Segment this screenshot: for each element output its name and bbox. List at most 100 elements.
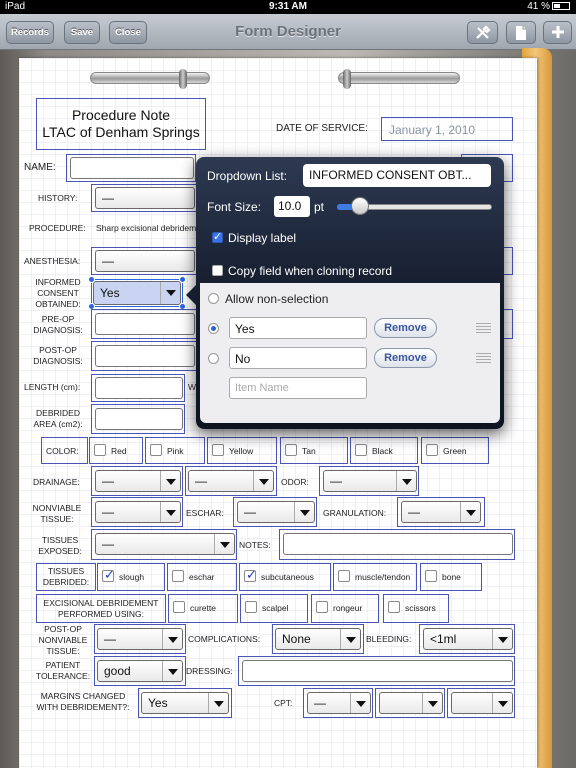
bleeding-dropdown[interactable]: <1ml <box>423 628 513 650</box>
battery-percent: 41 % <box>527 1 550 12</box>
status-bar: iPad 9:31 AM 41 % <box>0 0 576 14</box>
tissue-checkbox[interactable] <box>102 567 115 583</box>
new-item-name-field[interactable]: Item Name <box>229 377 367 399</box>
exposed-label: TISSUES EXPOSED: <box>38 535 82 556</box>
drainage-dropdown-2[interactable]: — <box>188 470 274 492</box>
remove-option-button[interactable]: Remove <box>374 348 437 368</box>
color-checkbox[interactable] <box>94 444 106 456</box>
tissue-checkbox[interactable] <box>244 567 257 583</box>
document-button[interactable] <box>506 21 536 44</box>
tissue-option-label: subcutaneous <box>261 572 314 582</box>
eschar-value: — <box>244 505 256 519</box>
preop-field[interactable] <box>95 313 195 335</box>
length-field[interactable] <box>95 377 183 399</box>
length-label: LENGTH (cm): <box>24 382 81 392</box>
color-checkbox[interactable] <box>285 444 297 456</box>
binder-ring-left <box>90 69 210 89</box>
option-value-field[interactable]: Yes <box>229 317 367 339</box>
tissue-option-label: eschar <box>189 572 215 582</box>
postop-label: POST-OP DIAGNOSIS: <box>33 345 83 366</box>
add-button[interactable] <box>543 21 572 44</box>
granulation-value: — <box>408 505 420 519</box>
reorder-grip-icon[interactable] <box>476 353 491 363</box>
dropdown-list-name-field[interactable]: INFORMED CONSENT OBT... <box>303 164 491 187</box>
cpt-dropdown-1[interactable]: — <box>307 692 371 714</box>
tools-button[interactable] <box>467 21 498 44</box>
records-button[interactable]: Records <box>6 21 54 44</box>
margins-dropdown[interactable]: Yes <box>141 692 229 714</box>
odor-value: — <box>330 474 342 488</box>
nonviable-dropdown[interactable]: — <box>95 501 181 523</box>
instrument-option-label: curette <box>190 603 216 613</box>
option-value-field[interactable]: No <box>229 347 367 369</box>
instrument-checkbox[interactable] <box>316 601 328 613</box>
consent-label: INFORMED CONSENT OBTAINED: <box>35 277 81 309</box>
color-checkbox[interactable] <box>212 444 224 456</box>
cpt-dropdown-3[interactable] <box>451 692 513 714</box>
clock: 9:31 AM <box>269 1 307 12</box>
font-size-input[interactable]: 10.0 <box>274 196 310 217</box>
anesthesia-label: ANESTHESIA: <box>24 256 81 266</box>
save-button[interactable]: Save <box>64 21 100 44</box>
resize-handle-tl[interactable] <box>88 276 95 283</box>
font-size-slider-knob[interactable] <box>350 197 369 215</box>
date-of-service-field[interactable]: January 1, 2010 <box>381 117 513 141</box>
drainage-label: DRAINAGE: <box>33 477 80 487</box>
font-size-label: Font Size: <box>207 200 262 214</box>
color-checkbox[interactable] <box>150 444 162 456</box>
margins-label: MARGINS CHANGED WITH DEBRIDEMENT?: <box>36 691 130 712</box>
display-label-checkbox[interactable] <box>212 230 223 243</box>
debrided-tissues-label: TISSUES DEBRIDED: <box>42 566 90 587</box>
cpt-dropdown-2[interactable] <box>379 692 443 714</box>
granulation-label: GRANULATION: <box>323 508 387 518</box>
complications-dropdown[interactable]: None <box>275 628 361 650</box>
postop-field[interactable] <box>95 345 195 367</box>
bleeding-label: BLEEDING: <box>366 634 412 644</box>
cpt-value-1: — <box>314 696 326 710</box>
form-title-block[interactable]: Procedure Note LTAC of Denham Springs <box>36 98 206 150</box>
dressing-field[interactable] <box>242 660 513 682</box>
eschar-dropdown[interactable]: — <box>237 501 315 523</box>
bleeding-value: <1ml <box>430 632 457 646</box>
notes-field[interactable] <box>283 533 513 555</box>
instrument-checkbox[interactable] <box>388 601 400 613</box>
consent-dropdown[interactable]: Yes <box>93 281 181 305</box>
name-field[interactable] <box>70 157 194 179</box>
color-checkbox[interactable] <box>355 444 367 456</box>
width-label: W <box>188 382 197 392</box>
allow-nonselection-radio[interactable] <box>208 293 219 304</box>
instrument-checkbox[interactable] <box>245 601 257 613</box>
remove-option-button[interactable]: Remove <box>374 318 437 338</box>
close-button[interactable]: Close <box>109 21 147 44</box>
drainage-dropdown-1[interactable]: — <box>95 470 181 492</box>
notes-label: NOTES: <box>239 540 271 550</box>
tissue-checkbox[interactable] <box>425 570 437 582</box>
name-label: NAME: <box>24 162 56 173</box>
battery-indicator: 41 % <box>527 1 570 12</box>
postop-nonviable-label: POST-OP NONVIABLE TISSUE: <box>38 624 88 656</box>
debrided-area-field[interactable] <box>95 408 183 430</box>
anesthesia-dropdown[interactable]: — <box>95 250 195 272</box>
odor-dropdown[interactable]: — <box>323 470 417 492</box>
color-checkbox[interactable] <box>426 444 438 456</box>
navigation-bar: Records Save Close Form Designer <box>0 14 576 50</box>
date-label: DATE OF SERVICE: <box>276 123 368 134</box>
postop-nonviable-dropdown[interactable]: — <box>97 628 183 650</box>
option-default-radio[interactable] <box>208 323 219 334</box>
preop-label: PRE-OP DIAGNOSIS: <box>33 314 83 335</box>
instrument-checkbox[interactable] <box>173 601 185 613</box>
history-dropdown[interactable]: — <box>95 187 195 209</box>
option-default-radio[interactable] <box>208 353 219 364</box>
tolerance-dropdown[interactable]: good <box>97 660 183 682</box>
plus-icon <box>551 26 564 38</box>
resize-handle-tr[interactable] <box>179 276 186 283</box>
reorder-grip-icon[interactable] <box>476 323 491 333</box>
debrided-area-label: DEBRIDED AREA (cm2): <box>33 408 83 429</box>
tissue-checkbox[interactable] <box>338 570 350 582</box>
granulation-dropdown[interactable]: — <box>401 501 481 523</box>
copy-field-checkbox[interactable] <box>212 265 223 276</box>
tissue-option-label: muscle/tendon <box>355 572 411 582</box>
drainage-value-2: — <box>195 474 207 488</box>
tissue-checkbox[interactable] <box>172 570 184 582</box>
exposed-dropdown[interactable]: — <box>95 533 235 555</box>
